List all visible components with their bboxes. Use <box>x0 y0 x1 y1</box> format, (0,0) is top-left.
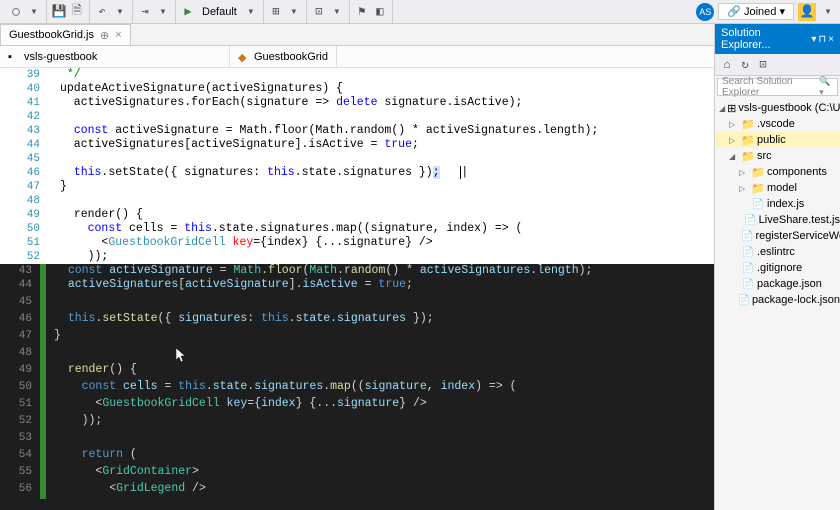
json-file-icon: 📄 <box>737 294 749 306</box>
tool2-icon[interactable]: ⊡ <box>311 4 327 20</box>
tree-gitignore[interactable]: 📄.gitignore <box>715 260 840 276</box>
tree-model[interactable]: ▷📁model <box>715 180 840 196</box>
back-icon[interactable]: ◯ <box>8 4 24 20</box>
folder-icon: 📁 <box>741 150 755 162</box>
avatar-yellow[interactable]: 👤 <box>798 3 816 21</box>
se-toolbar: ⌂ ↻ ⊡ <box>715 54 840 76</box>
se-header: Solution Explorer... ▾ ⊓ × <box>715 24 840 54</box>
dark-code-pane[interactable]: 43 const activeSignature = Math.floor(Ma… <box>0 264 714 510</box>
user-avatar[interactable]: AS <box>696 3 714 21</box>
tool1-dropdown-icon[interactable]: ▾ <box>286 4 302 20</box>
save-all-icon[interactable]: 🗎 <box>69 4 85 20</box>
se-search[interactable]: Search Solution Explorer 🔍▾ <box>717 78 838 96</box>
project-icon: ⊞ <box>727 102 736 114</box>
main-toolbar: ◯ ▾ 💾 🗎 ↶ ▾ ⇥ ▾ ▶ Default ▾ ⊞ ▾ ⊡ ▾ ⚑ ◧ … <box>0 0 840 24</box>
joined-badge[interactable]: 🔗 Joined ▾ <box>718 3 794 20</box>
se-pin-icon[interactable]: ⊓ <box>818 34 826 45</box>
se-close-icon[interactable]: × <box>828 34 834 45</box>
file-icon: 📄 <box>741 246 755 258</box>
folder-icon: 📁 <box>751 182 765 194</box>
se-tree: ◢⊞vsls-guestbook (C:\User ▷📁.vscode ▷📁pu… <box>715 98 840 510</box>
search-shortcut: 🔍▾ <box>819 76 833 98</box>
tree-packagejson[interactable]: 📄package.json <box>715 276 840 292</box>
light-code-pane[interactable]: 39 */ 40updateActiveSignature(activeSign… <box>0 68 714 264</box>
breadcrumb-project[interactable]: ▪ vsls-guestbook <box>0 46 230 67</box>
se-sync-icon[interactable]: ⊡ <box>755 57 771 73</box>
undo-icon[interactable]: ↶ <box>94 4 110 20</box>
folder-icon: 📁 <box>751 166 765 178</box>
tab-bar: GuestbookGrid.js ⊕ × <box>0 24 714 46</box>
config-label[interactable]: Default <box>198 6 241 18</box>
main-container: GuestbookGrid.js ⊕ × ▪ vsls-guestbook ◆ … <box>0 24 840 510</box>
tree-vscode[interactable]: ▷📁.vscode <box>715 116 840 132</box>
breadcrumb-bar: ▪ vsls-guestbook ◆ GuestbookGrid <box>0 46 714 68</box>
redo-icon[interactable]: ▾ <box>112 4 128 20</box>
tree-public[interactable]: ▷📁public <box>715 132 840 148</box>
collapse-icon[interactable]: ▾ <box>820 4 836 20</box>
step-icon[interactable]: ⇥ <box>137 4 153 20</box>
tab-pin-icon[interactable]: ⊕ <box>100 29 109 42</box>
tree-src[interactable]: ◢📁src <box>715 148 840 164</box>
se-dropdown-icon[interactable]: ▾ <box>811 34 816 45</box>
js-file-icon: 📄 <box>741 230 753 242</box>
save-icon[interactable]: 💾 <box>51 4 67 20</box>
tab-filename: GuestbookGrid.js <box>9 29 94 41</box>
tree-index[interactable]: 📄index.js <box>715 196 840 212</box>
solution-explorer: Solution Explorer... ▾ ⊓ × ⌂ ↻ ⊡ Search … <box>714 24 840 510</box>
js-file-icon: 📄 <box>744 214 756 226</box>
json-file-icon: 📄 <box>741 278 755 290</box>
se-home-icon[interactable]: ⌂ <box>719 57 735 73</box>
play-icon[interactable]: ▶ <box>180 4 196 20</box>
folder-icon: 📁 <box>741 118 755 130</box>
folder-icon: 📁 <box>741 134 755 146</box>
tree-liveshare[interactable]: 📄LiveShare.test.js <box>715 212 840 228</box>
file-icon: 📄 <box>741 262 755 274</box>
tool1-icon[interactable]: ⊞ <box>268 4 284 20</box>
tree-eslintrc[interactable]: 📄.eslintrc <box>715 244 840 260</box>
tree-packagelock[interactable]: 📄package-lock.json <box>715 292 840 308</box>
code-editor: 39 */ 40updateActiveSignature(activeSign… <box>0 68 714 510</box>
tree-registersw[interactable]: 📄registerServiceWor <box>715 228 840 244</box>
js-file-icon: 📄 <box>751 198 765 210</box>
tab-close-icon[interactable]: × <box>115 29 121 41</box>
file-tab[interactable]: GuestbookGrid.js ⊕ × <box>0 24 131 45</box>
tree-components[interactable]: ▷📁components <box>715 164 840 180</box>
dropdown-icon[interactable]: ▾ <box>26 4 42 20</box>
tool2-dropdown-icon[interactable]: ▾ <box>329 4 345 20</box>
breadcrumb-class[interactable]: ◆ GuestbookGrid <box>230 46 337 67</box>
se-refresh-icon[interactable]: ↻ <box>737 57 753 73</box>
project-icon: ▪ <box>8 51 20 63</box>
tree-root[interactable]: ◢⊞vsls-guestbook (C:\User <box>715 100 840 116</box>
editor-area: GuestbookGrid.js ⊕ × ▪ vsls-guestbook ◆ … <box>0 24 714 510</box>
flag-icon[interactable]: ⚑ <box>354 4 370 20</box>
config-dropdown-icon[interactable]: ▾ <box>243 4 259 20</box>
step-dropdown-icon[interactable]: ▾ <box>155 4 171 20</box>
class-icon: ◆ <box>238 51 250 63</box>
se-title: Solution Explorer... <box>721 27 811 51</box>
tool3-icon[interactable]: ◧ <box>372 4 388 20</box>
